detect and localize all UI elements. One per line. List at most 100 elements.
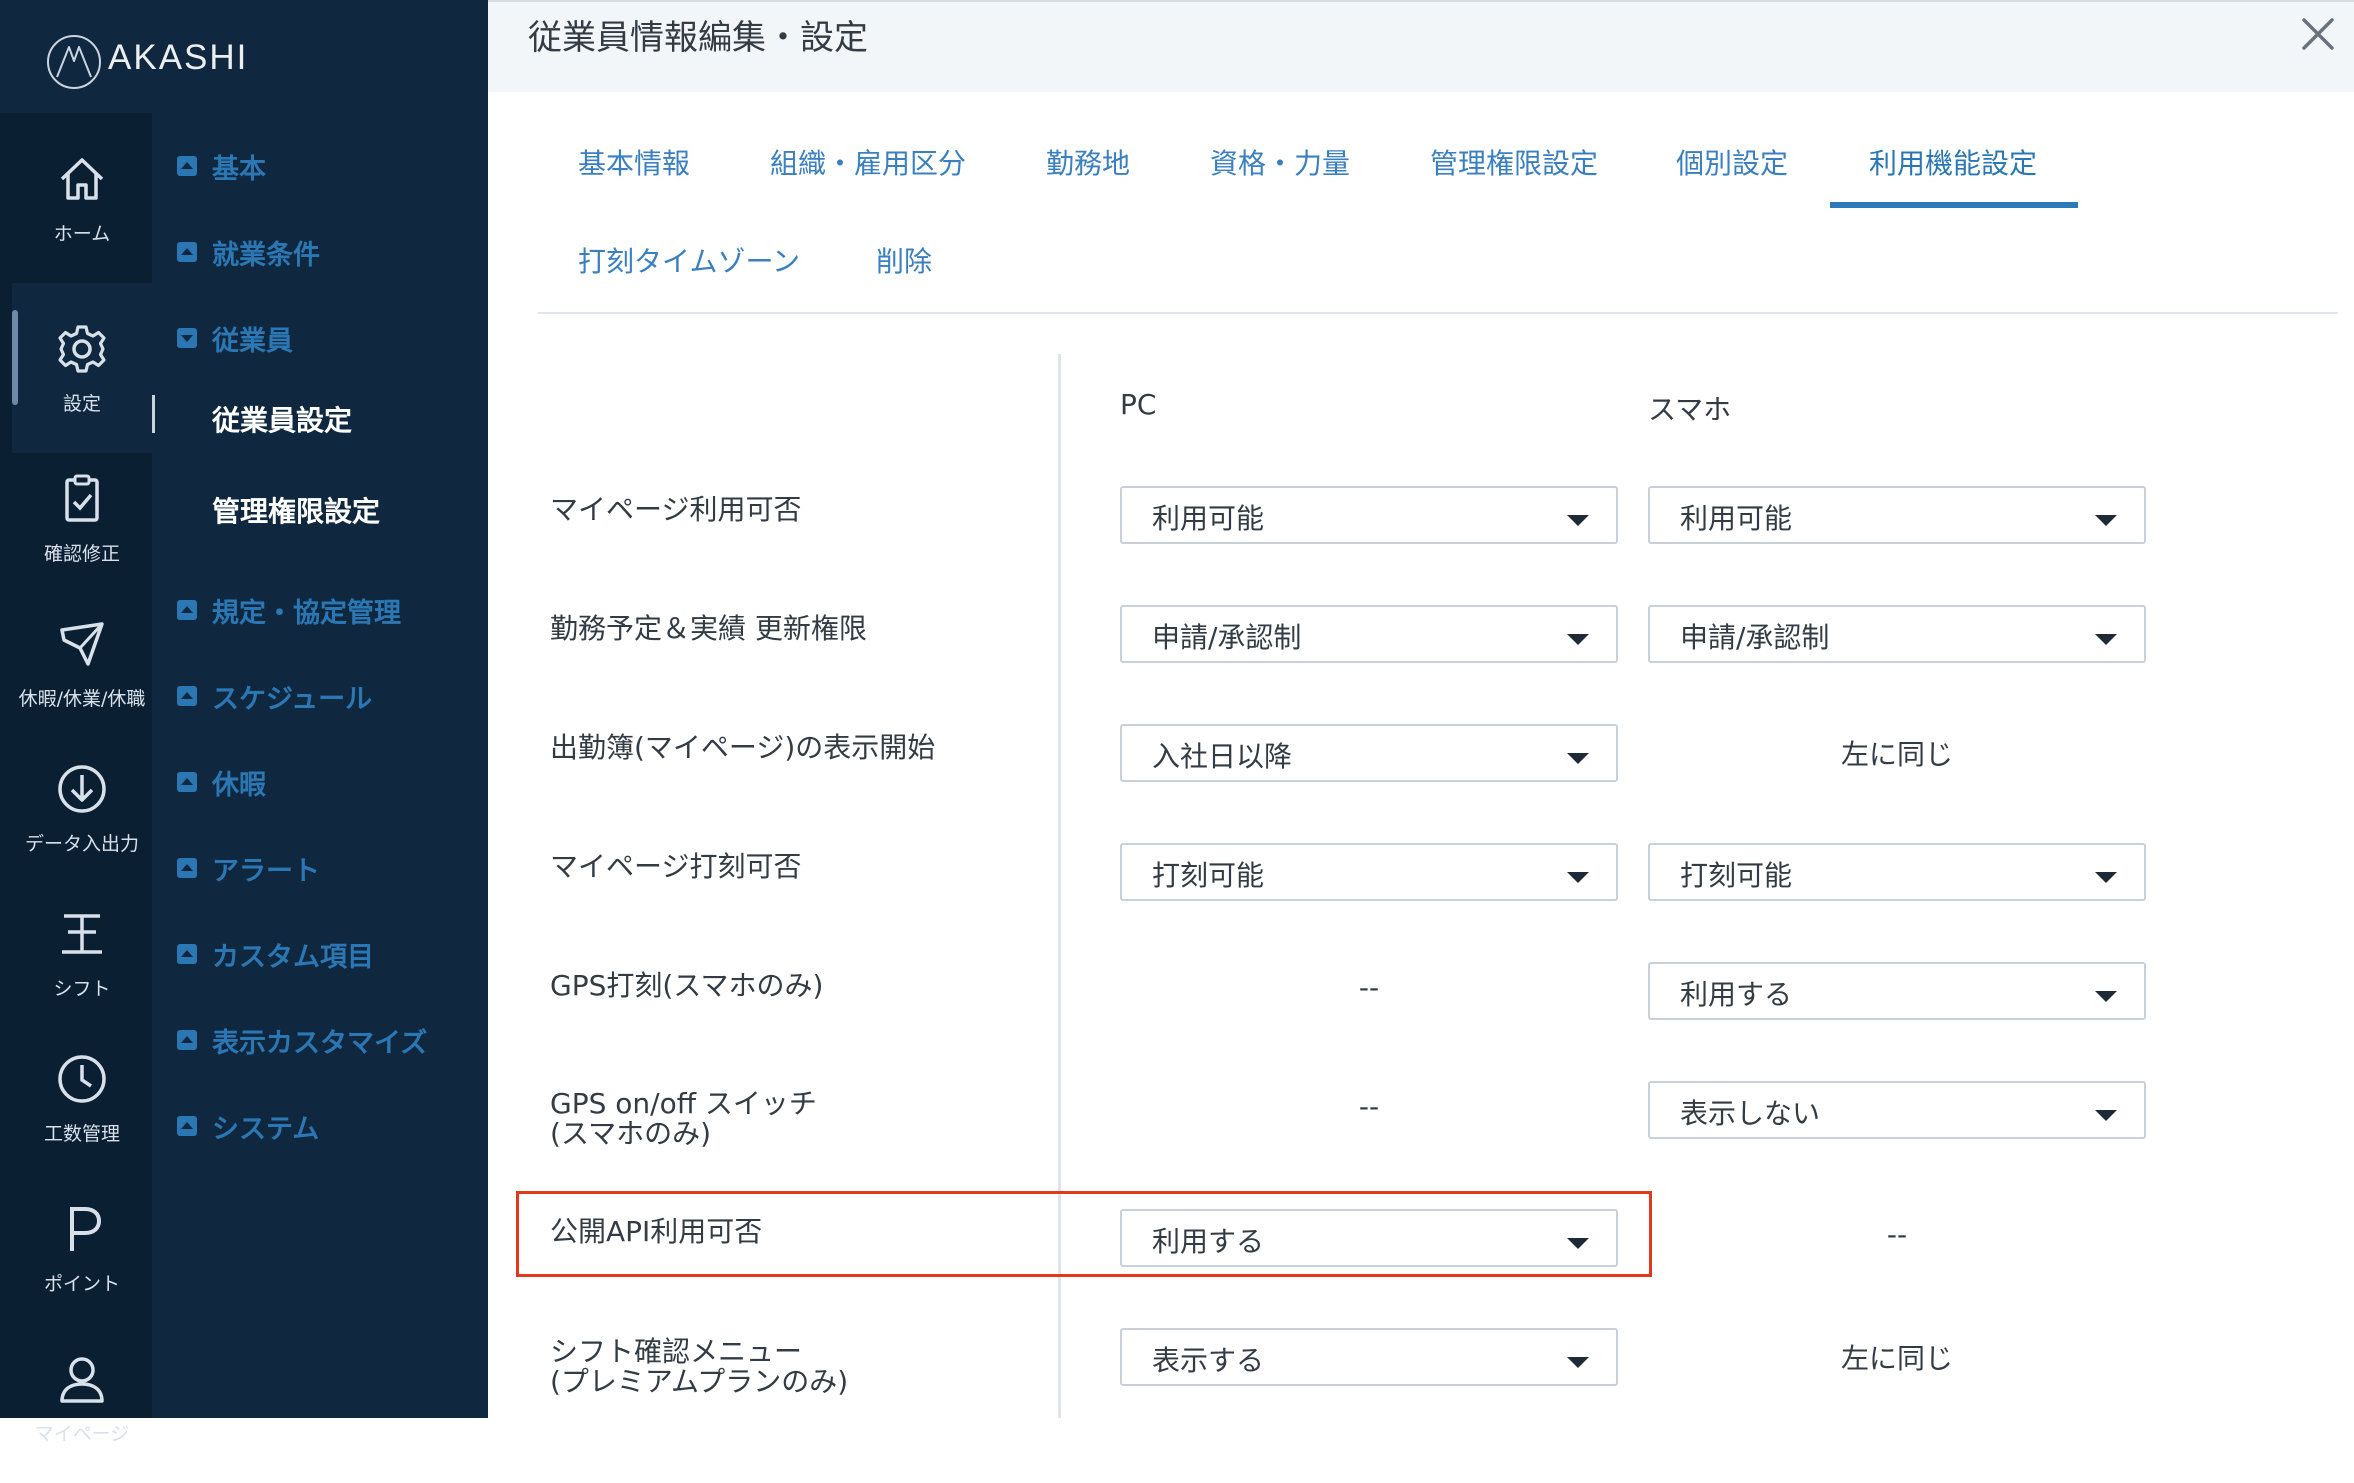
select-value: 入社日以降 — [1152, 740, 1293, 773]
select-value: 打刻可能 — [1680, 859, 1793, 892]
collapse-toggle-icon — [177, 858, 197, 878]
menu-item-custom-fields[interactable]: カスタム項目 — [177, 934, 374, 974]
menu-item-system[interactable]: システム — [177, 1106, 319, 1146]
icon-rail: ホーム 設定 確認修正 休暇/休業/休職 データ入出力 シフト 工数管理 ポイン… — [0, 113, 152, 1445]
collapse-toggle-icon — [177, 944, 197, 964]
chevron-down-icon — [2095, 1110, 2117, 1121]
shift-icon — [62, 913, 102, 954]
plane-icon — [60, 621, 104, 666]
tab-delete[interactable]: 削除 — [876, 240, 932, 290]
menu-item-label: 休暇 — [212, 769, 266, 801]
menu-item-rules-agreements[interactable]: 規定・協定管理 — [177, 590, 401, 630]
settings-menu: 基本 就業条件 従業員 従業員設定 管理権限設定 規定・協定管理 スケジュール … — [152, 113, 488, 1418]
tab-individual-settings[interactable]: 個別設定 — [1676, 142, 1788, 192]
menu-item-work-conditions[interactable]: 就業条件 — [177, 232, 320, 272]
row-label-schedule-update-permission: 勤務予定＆実績 更新権限 — [550, 612, 867, 645]
mypage-punch-pc-select[interactable]: 打刻可能 — [1120, 843, 1618, 901]
schedule-update-sp-select[interactable]: 申請/承認制 — [1648, 605, 2146, 663]
menu-item-alert[interactable]: アラート — [177, 848, 320, 888]
attendance-display-start-pc-select[interactable]: 入社日以降 — [1120, 724, 1618, 782]
tab-work-location[interactable]: 勤務地 — [1046, 142, 1130, 192]
menu-item-label: カスタム項目 — [212, 941, 374, 973]
collapse-toggle-icon — [177, 1116, 197, 1136]
user-icon — [60, 1356, 104, 1403]
rail-label-workload: 工数管理 — [43, 1122, 120, 1145]
menu-item-employees[interactable]: 従業員 — [177, 318, 293, 358]
clipboard-icon — [65, 474, 99, 522]
chevron-down-icon — [1567, 872, 1589, 883]
submenu-label: 管理権限設定 — [212, 495, 381, 528]
row-label-line: GPS on/off スイッチ — [550, 1087, 817, 1120]
active-submenu-indicator — [152, 395, 155, 433]
shift-menu-pc-select[interactable]: 表示する — [1120, 1328, 1618, 1386]
menu-item-basic[interactable]: 基本 — [177, 146, 266, 186]
row-label-line: シフト確認メニュー — [550, 1335, 803, 1368]
close-icon[interactable] — [2296, 12, 2340, 56]
tab-organization[interactable]: 組織・雇用区分 — [770, 142, 966, 192]
rail-item-workload[interactable]: 工数管理 — [12, 1013, 152, 1183]
collapse-toggle-icon — [177, 1030, 197, 1050]
rail-item-point[interactable]: ポイント — [12, 1163, 152, 1333]
rail-label-review: 確認修正 — [43, 542, 120, 565]
main-area: 従業員情報編集・設定 基本情報 組織・雇用区分 勤務地 資格・力量 管理権限設定… — [488, 0, 2354, 1418]
chevron-down-icon — [1567, 753, 1589, 764]
chevron-down-icon — [2095, 634, 2117, 645]
chevron-down-icon — [2095, 991, 2117, 1002]
akashi-logo-icon — [47, 35, 101, 89]
menu-item-label: 就業条件 — [212, 239, 320, 271]
gear-icon — [58, 324, 106, 373]
clock-icon — [58, 1054, 106, 1103]
chevron-down-icon — [1567, 1238, 1589, 1249]
mypage-punch-sp-select[interactable]: 打刻可能 — [1648, 843, 2146, 901]
row-label-gps-switch: GPS on/off スイッチ (スマホのみ) — [550, 1089, 817, 1149]
menu-item-label: アラート — [212, 855, 320, 887]
column-header-pc: PC — [1120, 388, 1157, 421]
rail-label-leave: 休暇/休業/休職 — [18, 687, 146, 710]
row-label-public-api: 公開API利用可否 — [550, 1215, 763, 1248]
page-title: 従業員情報編集・設定 — [528, 18, 868, 58]
gps-switch-pc-value: -- — [1358, 1090, 1380, 1123]
rail-item-settings[interactable]: 設定 — [12, 283, 152, 453]
brand[interactable]: AKASHI — [0, 0, 488, 113]
rail-item-mypage[interactable]: マイページ — [12, 1313, 152, 1483]
submenu-admin-permissions[interactable]: 管理権限設定 — [212, 488, 380, 532]
tab-basic-info[interactable]: 基本情報 — [578, 142, 690, 192]
rail-label-mypage: マイページ — [34, 1422, 130, 1445]
submenu-employee-settings[interactable]: 従業員設定 — [212, 397, 352, 441]
dialog-header: 従業員情報編集・設定 — [488, 0, 2354, 92]
menu-item-label: スケジュール — [212, 683, 373, 715]
download-icon — [58, 764, 106, 813]
public-api-pc-select[interactable]: 利用する — [1120, 1209, 1618, 1267]
gps-punch-sp-select[interactable]: 利用する — [1648, 962, 2146, 1020]
menu-item-label: 従業員 — [212, 325, 293, 357]
menu-item-display-customize[interactable]: 表示カスタマイズ — [177, 1020, 427, 1060]
tab-qualifications[interactable]: 資格・力量 — [1210, 142, 1350, 192]
tab-punch-timezone[interactable]: 打刻タイムゾーン — [578, 240, 800, 290]
column-header-smartphone: スマホ — [1648, 393, 1732, 426]
mypage-access-pc-select[interactable]: 利用可能 — [1120, 486, 1618, 544]
collapse-toggle-icon — [177, 600, 197, 620]
gps-switch-sp-select[interactable]: 表示しない — [1648, 1081, 2146, 1139]
select-value: 表示する — [1152, 1344, 1265, 1377]
home-icon — [60, 157, 104, 200]
row-label-line: (プレミアムプランのみ) — [550, 1365, 849, 1398]
schedule-update-pc-select[interactable]: 申請/承認制 — [1120, 605, 1618, 663]
rail-item-home[interactable]: ホーム — [12, 113, 152, 283]
tab-admin-permissions[interactable]: 管理権限設定 — [1430, 142, 1598, 192]
submenu-label: 従業員設定 — [212, 404, 353, 437]
rail-label-shift: シフト — [53, 977, 111, 1000]
select-value: 表示しない — [1680, 1097, 1821, 1130]
tab-feature-settings[interactable]: 利用機能設定 — [1869, 142, 2037, 192]
shift-menu-sp-value: 左に同じ — [1840, 1342, 1953, 1375]
menu-item-label: 基本 — [212, 153, 266, 185]
expand-toggle-icon — [177, 328, 197, 348]
mypage-access-sp-select[interactable]: 利用可能 — [1648, 486, 2146, 544]
menu-item-schedule[interactable]: スケジュール — [177, 676, 372, 716]
select-value: 利用する — [1680, 978, 1793, 1011]
select-value: 申請/承認制 — [1680, 621, 1830, 654]
rail-label-settings: 設定 — [62, 392, 101, 415]
collapse-toggle-icon — [177, 772, 197, 792]
menu-item-leave[interactable]: 休暇 — [177, 762, 266, 802]
row-label-line: (スマホのみ) — [550, 1117, 712, 1150]
select-value: 利用可能 — [1152, 502, 1265, 535]
